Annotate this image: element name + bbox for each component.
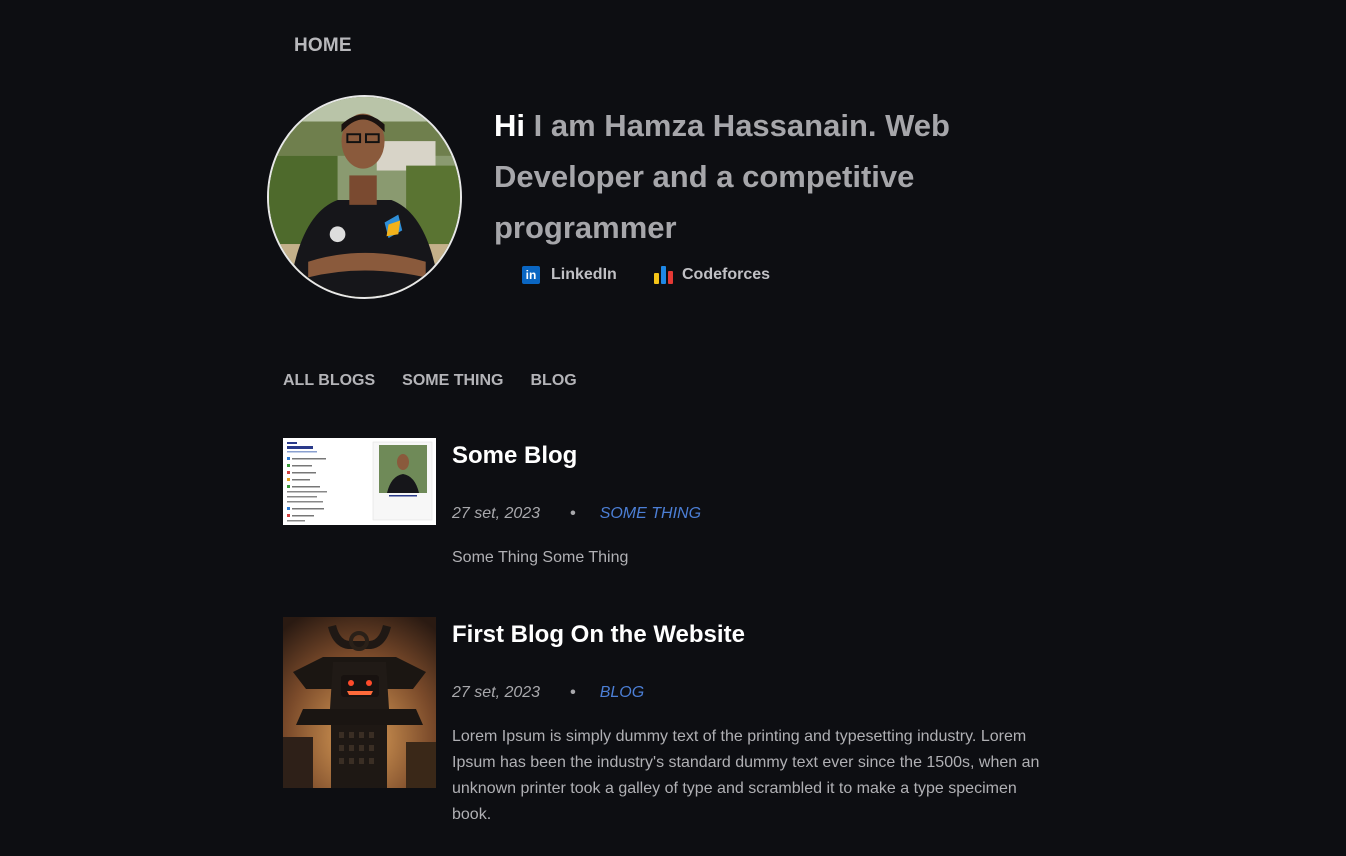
codeforces-icon	[654, 266, 673, 284]
blog-title[interactable]: First Blog On the Website	[452, 621, 745, 649]
resume-screenshot-image	[283, 438, 436, 525]
linkedin-label: LinkedIn	[551, 266, 617, 283]
meta-separator: •	[570, 684, 576, 701]
blog-category-link[interactable]: SOME THING	[600, 505, 701, 523]
lego-samurai-image	[283, 617, 436, 788]
codeforces-label: Codeforces	[682, 266, 771, 283]
linkedin-icon: in	[522, 266, 540, 284]
blog-category-link[interactable]: BLOG	[600, 684, 644, 702]
profile-headline: Hi I am Hamza Hassanain. Web Developer a…	[494, 100, 974, 253]
tab-blog[interactable]: BLOG	[531, 372, 577, 390]
meta-separator: •	[570, 505, 576, 522]
blog-excerpt: Some Thing Some Thing	[452, 549, 629, 566]
blog-thumbnail[interactable]	[283, 438, 436, 525]
tab-all-blogs[interactable]: ALL BLOGS	[283, 372, 375, 390]
codeforces-link[interactable]: Codeforces	[654, 266, 770, 284]
greeting: Hi	[494, 108, 525, 143]
blog-date: 27 set, 2023	[452, 684, 541, 701]
blog-filter-tabs: ALL BLOGS SOME THING BLOG	[283, 372, 577, 390]
avatar	[267, 95, 462, 299]
blog-meta: 27 set, 2023 • SOME THING	[452, 505, 701, 523]
tab-some-thing[interactable]: SOME THING	[402, 372, 503, 390]
home-link[interactable]: HOME	[294, 35, 352, 57]
blog-thumbnail[interactable]	[283, 617, 436, 788]
blog-title[interactable]: Some Blog	[452, 442, 577, 470]
avatar-photo	[269, 97, 460, 297]
linkedin-link[interactable]: in LinkedIn	[522, 266, 617, 284]
blog-excerpt: Lorem Ipsum is simply dummy text of the …	[452, 728, 1040, 823]
intro-text: I am Hamza Hassanain. Web Developer and …	[494, 108, 950, 245]
blog-meta: 27 set, 2023 • BLOG	[452, 684, 644, 702]
blog-date: 27 set, 2023	[452, 505, 541, 522]
